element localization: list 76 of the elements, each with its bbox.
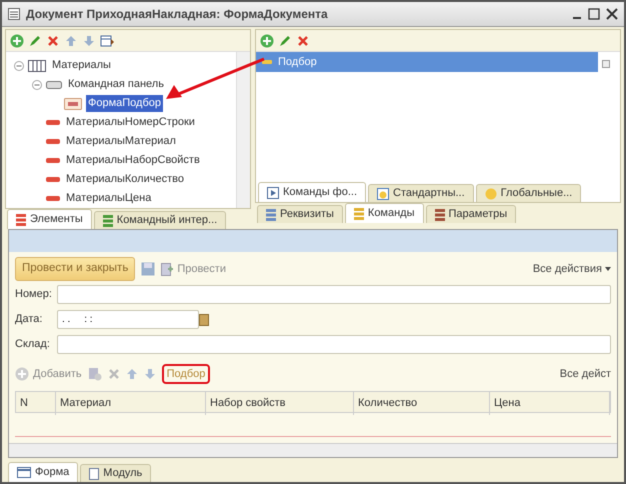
field-icon <box>46 120 60 126</box>
tree-item[interactable]: МатериалыНаборСвойств <box>64 152 202 169</box>
stack-icon <box>434 208 445 220</box>
copy-icon[interactable] <box>88 367 102 381</box>
column-header[interactable]: Материал <box>56 392 206 414</box>
close-icon[interactable] <box>606 8 618 20</box>
panel-tab[interactable]: Параметры <box>426 205 516 223</box>
maximize-icon[interactable] <box>588 8 600 20</box>
field-icon <box>46 176 60 182</box>
stack-icon <box>266 208 276 220</box>
window-icon <box>8 8 20 20</box>
input-field[interactable] <box>57 335 611 354</box>
add-icon[interactable] <box>10 34 24 48</box>
arrow-up-icon[interactable] <box>126 368 138 380</box>
panel-tab[interactable]: Форма <box>8 462 78 482</box>
tree-item[interactable]: МатериалыЦена <box>64 190 154 207</box>
stack-icon <box>16 214 26 226</box>
tree-item[interactable]: ФормаПодбор <box>86 95 164 112</box>
arrow-down-icon[interactable] <box>144 368 156 380</box>
panel-tab[interactable]: Реквизиты <box>257 205 343 223</box>
add-icon <box>15 367 29 381</box>
pencil-icon[interactable] <box>278 34 292 48</box>
stack-icon <box>102 214 113 226</box>
all-actions-menu[interactable]: Все действия <box>532 260 611 278</box>
panel-tab[interactable]: Элементы <box>7 209 92 229</box>
date-field[interactable]: . . : : <box>57 310 199 329</box>
document-icon <box>89 468 100 480</box>
post-and-close-button[interactable]: Провести и закрыть <box>15 257 136 281</box>
tree-item[interactable]: МатериалыМатериал <box>64 133 178 150</box>
panel-tab[interactable]: Команды <box>344 203 424 223</box>
calendar-icon[interactable] <box>199 314 209 326</box>
panel-tab[interactable]: Стандартны... <box>368 184 474 202</box>
form-icon[interactable] <box>100 34 114 48</box>
tree-item[interactable]: МатериалыКоличество <box>64 171 186 188</box>
arrow-up-icon[interactable] <box>64 34 78 48</box>
pencil-icon[interactable] <box>28 34 42 48</box>
field-icon <box>46 138 60 144</box>
field-label: Склад: <box>15 337 51 352</box>
scrollbar[interactable] <box>9 443 617 457</box>
column-header[interactable]: Цена <box>490 392 610 414</box>
panel-tab[interactable]: Команды фо... <box>258 182 366 202</box>
command-bar-icon <box>46 80 62 88</box>
delete-icon[interactable] <box>108 368 120 380</box>
caret-icon <box>605 266 611 271</box>
tree-item[interactable]: Материалы <box>50 57 113 74</box>
stack-icon <box>354 208 364 220</box>
delete-icon[interactable] <box>46 34 60 48</box>
collapse-icon[interactable] <box>14 60 24 70</box>
table-icon <box>28 60 46 72</box>
window-title: Документ ПриходнаяНакладная: ФормаДокумента <box>26 6 328 23</box>
command-icon <box>262 60 272 64</box>
collapse-icon[interactable] <box>32 80 42 90</box>
panel-tab[interactable]: Глобальные... <box>476 184 582 202</box>
column-header[interactable]: Набор свойств <box>206 392 354 414</box>
field-label: Дата: <box>15 312 44 328</box>
save-icon[interactable] <box>141 262 156 276</box>
panel-tab[interactable]: Командный интер... <box>94 211 226 229</box>
form-icon <box>17 467 31 478</box>
add-icon[interactable] <box>260 34 274 48</box>
panel-tab[interactable]: Модуль <box>80 464 152 482</box>
checkbox-icon[interactable] <box>602 60 610 68</box>
column-header[interactable]: Количество <box>354 392 490 414</box>
form-icon <box>267 186 279 198</box>
field-icon <box>46 158 60 164</box>
field-icon <box>46 196 60 202</box>
tree-item[interactable]: МатериалыНомерСтроки <box>64 114 197 131</box>
tree-item[interactable]: Командная панель <box>66 76 166 93</box>
button-icon <box>64 98 82 110</box>
field-label: Номер: <box>15 287 51 302</box>
form-icon <box>377 188 389 200</box>
scrollbar[interactable] <box>236 52 250 208</box>
column-header[interactable]: N <box>16 392 56 414</box>
all-actions-menu[interactable]: Все дейст <box>560 366 611 382</box>
input-field[interactable] <box>57 285 611 304</box>
delete-icon[interactable] <box>296 34 310 48</box>
post-icon <box>161 262 174 276</box>
